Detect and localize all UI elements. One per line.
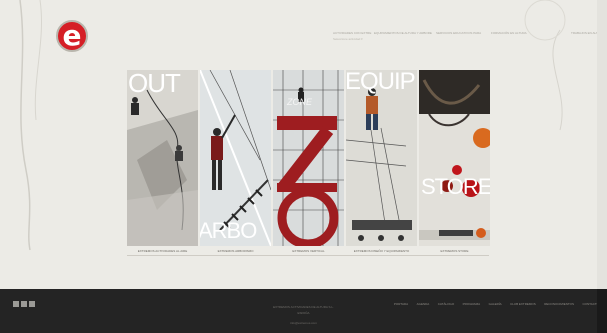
- footer-address: EXTREMOS ACTIVIDADES DE ALTURA S.L.: [273, 305, 334, 309]
- panel-word: OUT: [128, 70, 181, 98]
- nav-item-formacion[interactable]: FORMACIÓN EN ALTURA: [491, 31, 527, 35]
- social-links: [13, 294, 37, 312]
- panel-out[interactable]: OUT EXTREMOS ACTIVIDADES AL AIRE: [127, 70, 198, 256]
- panel-word: ZONE: [287, 97, 313, 107]
- scrollbar[interactable]: [597, 0, 607, 289]
- nav-item-servicios[interactable]: SERVICIOS EDUCATIVOS PARA: [436, 31, 481, 35]
- panel-zone[interactable]: ZONE EXTREMOS VERTICAL: [273, 70, 344, 256]
- page: e ACTIVIDADES CON EXTRE Seleccione activ…: [0, 0, 607, 333]
- panel-word: ARBO: [200, 218, 257, 243]
- panel-equip[interactable]: EQUIP EXTREMOS DISEÑO Y EQUIPAMIENTO: [346, 70, 417, 256]
- nav-item-label: EQUIPAMIENTOS DE ALTURA Y ARBORE: [374, 31, 432, 35]
- logo-letter: e: [62, 19, 82, 52]
- nav-item-select[interactable]: Seleccione actividad ▾: [333, 37, 371, 41]
- brand-logo[interactable]: e: [56, 19, 88, 52]
- divider: [127, 255, 489, 256]
- footer-edge: [597, 289, 607, 333]
- nav-item-label: FORMACIÓN EN ALTURA: [491, 31, 527, 35]
- footer-email[interactable]: info@extremos.com: [0, 321, 607, 325]
- panel-store[interactable]: STORE EXTREMOS STORE: [419, 70, 490, 256]
- nav-item-actividades[interactable]: ACTIVIDADES CON EXTRE Seleccione activid…: [333, 31, 371, 41]
- nav-item-label: ACTIVIDADES CON EXTRE: [333, 31, 372, 35]
- panel-equip-photo: [346, 70, 417, 246]
- panel-word: STORE: [421, 174, 490, 199]
- panel-store-photo: [419, 70, 490, 246]
- nav-item-label: SERVICIOS EDUCATIVOS PARA: [436, 31, 482, 35]
- top-navigation: ACTIVIDADES CON EXTRE Seleccione activid…: [333, 5, 607, 49]
- nav-item-equipamientos[interactable]: EQUIPAMIENTOS DE ALTURA Y ARBORE: [374, 31, 432, 35]
- footer: PORTADA AGENDA CATÁLOGO PROGRAMA GALERÍA…: [0, 289, 607, 333]
- footer-country: ESPAÑA: [297, 311, 310, 315]
- panel-word: EQUIP: [346, 70, 416, 95]
- panel-arbo[interactable]: ARBO EXTREMOS ARBORISMO: [200, 70, 271, 256]
- feature-panels: OUT EXTREMOS ACTIVIDADES AL AIRE ARBO EX…: [127, 70, 490, 256]
